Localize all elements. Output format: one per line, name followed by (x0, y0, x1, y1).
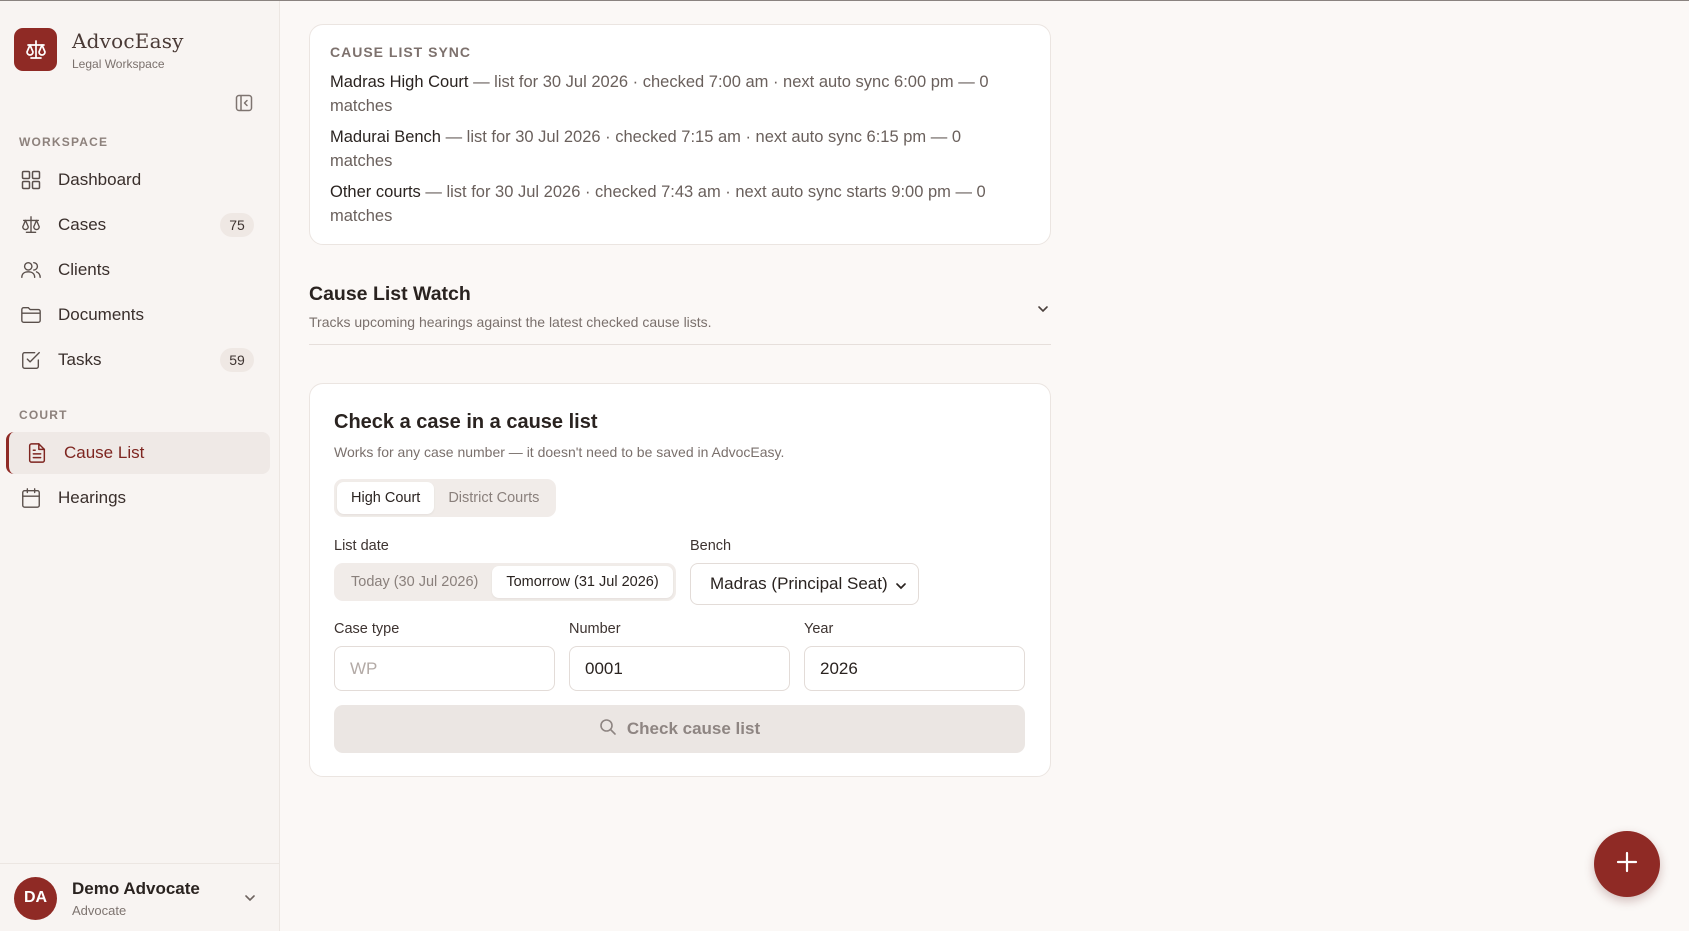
case-type-input[interactable]: WP (334, 646, 555, 691)
sync-court-name: Other courts (330, 183, 421, 201)
checkbox-icon (20, 349, 42, 371)
sidebar-collapse-icon[interactable] (233, 92, 255, 114)
sidebar-item-hearings[interactable]: Hearings (6, 477, 270, 519)
chevron-down-icon (894, 578, 908, 598)
sidebar-item-label: Hearings (58, 488, 127, 507)
sidebar-item-label: Tasks (58, 350, 102, 369)
sidebar-item-cause-list[interactable]: Cause List (6, 432, 270, 474)
sidebar-item-tasks[interactable]: Tasks 59 (6, 339, 270, 381)
sync-court-name: Madurai Bench (330, 128, 441, 146)
tasks-count-badge: 59 (220, 348, 254, 372)
sidebar-item-label: Clients (58, 260, 110, 279)
workspace-section-label: WORKSPACE (19, 135, 109, 149)
user-menu[interactable]: DA Demo Advocate Advocate (0, 863, 280, 931)
date-option-today[interactable]: Today (30 Jul 2026) (337, 566, 492, 598)
bench-label: Bench (690, 538, 732, 554)
app-subtitle: Legal Workspace (72, 56, 165, 71)
check-title: Check a case in a cause list (334, 411, 598, 433)
plus-icon (1615, 850, 1639, 879)
cause-list-watch-toggle[interactable]: Cause List Watch Tracks upcoming hearing… (309, 283, 1051, 345)
app-name: AdvocEasy (72, 28, 184, 53)
check-subtitle: Works for any case number — it doesn't n… (334, 444, 785, 460)
folder-icon (20, 304, 42, 326)
chevron-down-icon (1035, 301, 1051, 322)
year-label: Year (804, 621, 834, 637)
date-option-tomorrow[interactable]: Tomorrow (31 Jul 2026) (492, 566, 673, 598)
court-section-label: COURT (19, 408, 68, 422)
scales-icon (20, 214, 42, 236)
user-role: Advocate (72, 902, 127, 918)
sync-title: CAUSE LIST SYNC (330, 44, 472, 60)
number-label: Number (569, 621, 621, 637)
cases-count-badge: 75 (220, 213, 254, 237)
scales-logo-icon (14, 28, 57, 71)
sync-court-name: Madras High Court (330, 73, 469, 91)
add-button[interactable] (1594, 831, 1660, 897)
search-icon (599, 718, 617, 741)
sync-line: Madras High Court — list for 30 Jul 2026… (330, 70, 1010, 118)
sidebar-item-documents[interactable]: Documents (6, 294, 270, 336)
users-icon (20, 259, 42, 281)
watch-subtitle: Tracks upcoming hearings against the lat… (309, 314, 712, 330)
document-icon (26, 442, 48, 464)
number-input[interactable]: 0001 (569, 646, 790, 691)
sync-detail: — list for 30 Jul 2026 · checked 7:43 am… (330, 183, 986, 225)
cause-list-sync-card: CAUSE LIST SYNC Madras High Court — list… (309, 24, 1051, 245)
brand[interactable]: AdvocEasy Legal Workspace (14, 28, 184, 71)
sidebar-item-label: Dashboard (58, 170, 142, 189)
sidebar-item-clients[interactable]: Clients (6, 249, 270, 291)
watch-title: Cause List Watch (309, 283, 471, 305)
sidebar: AdvocEasy Legal Workspace WORKSPACE Dash… (0, 1, 280, 931)
sidebar-item-label: Cause List (64, 443, 145, 462)
bench-select[interactable]: Madras (Principal Seat) (690, 563, 919, 605)
user-name: Demo Advocate (72, 878, 200, 898)
sidebar-item-label: Documents (58, 305, 144, 324)
list-date-toggle: Today (30 Jul 2026) Tomorrow (31 Jul 202… (334, 563, 676, 601)
sync-line: Madurai Bench — list for 30 Jul 2026 · c… (330, 125, 1010, 173)
bench-select-value: Madras (Principal Seat) (710, 574, 888, 593)
check-case-card: Check a case in a cause list Works for a… (309, 383, 1051, 777)
check-cause-list-button[interactable]: Check cause list (334, 705, 1025, 753)
sidebar-item-cases[interactable]: Cases 75 (6, 204, 270, 246)
court-type-toggle: High Court District Courts (334, 479, 557, 517)
sidebar-item-label: Cases (58, 215, 107, 234)
year-input[interactable]: 2026 (804, 646, 1025, 691)
sidebar-item-dashboard[interactable]: Dashboard (6, 159, 270, 201)
tab-district-courts[interactable]: District Courts (434, 482, 553, 514)
calendar-icon (20, 487, 42, 509)
tab-high-court[interactable]: High Court (337, 482, 435, 514)
list-date-label: List date (334, 538, 389, 554)
case-type-label: Case type (334, 621, 400, 637)
check-button-label: Check cause list (626, 719, 761, 738)
sync-line: Other courts — list for 30 Jul 2026 · ch… (330, 180, 1010, 228)
chevron-down-icon (243, 891, 257, 910)
grid-icon (20, 169, 42, 191)
avatar: DA (14, 876, 57, 920)
